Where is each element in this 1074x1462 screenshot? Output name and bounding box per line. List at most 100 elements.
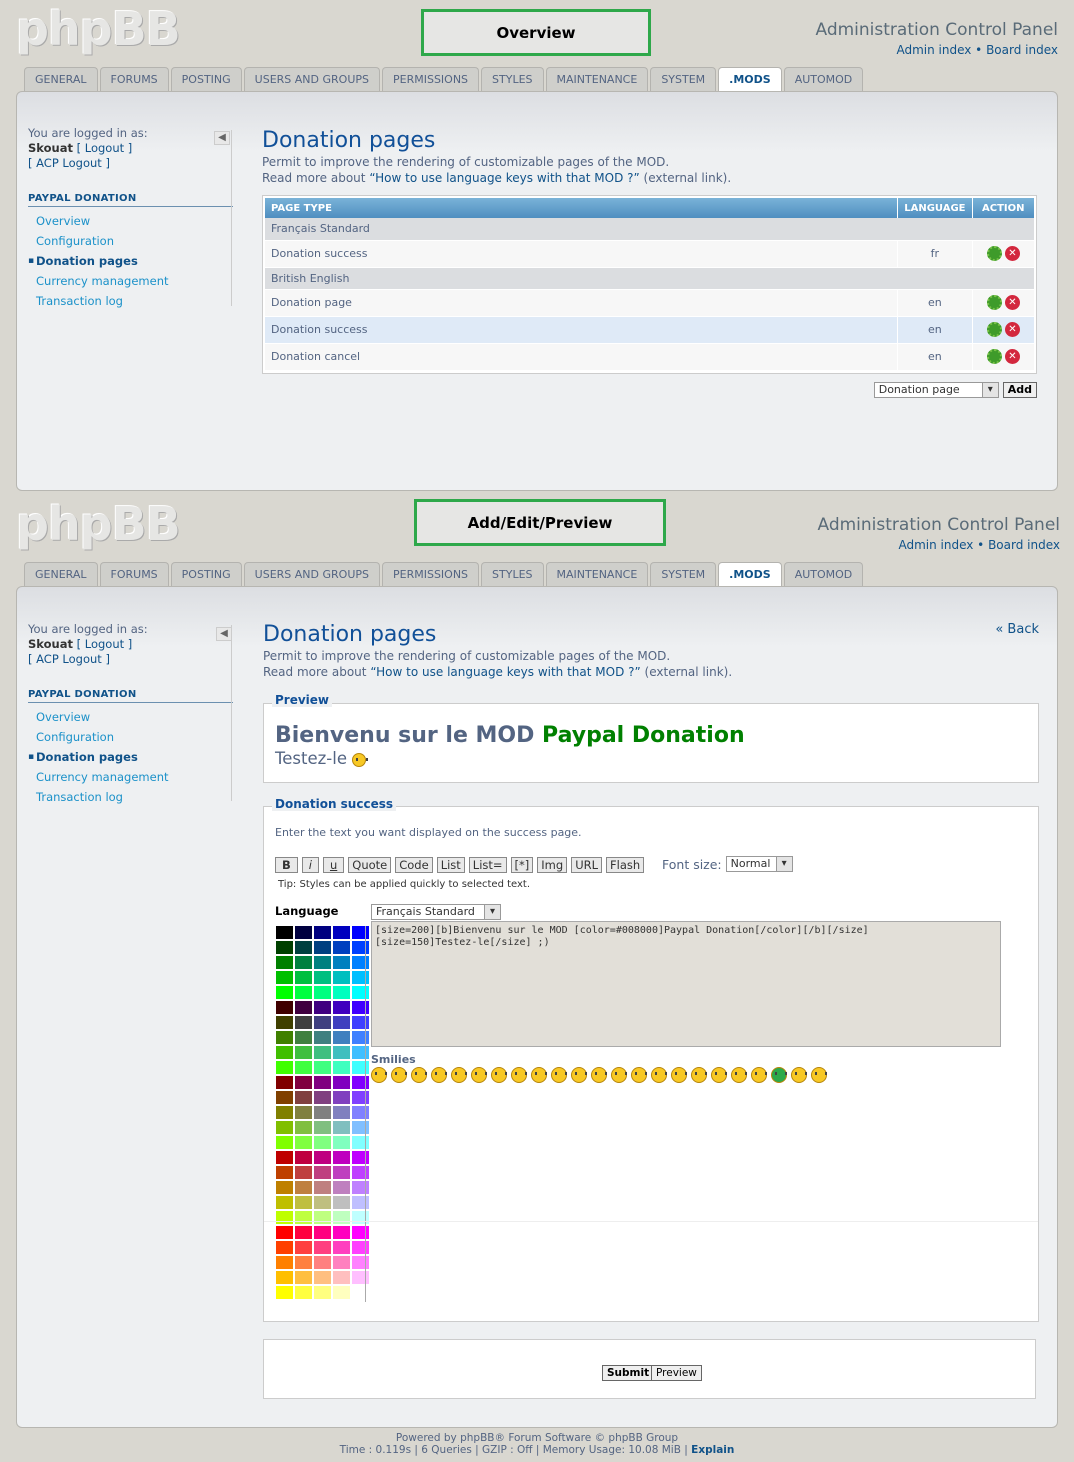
color-swatch[interactable]: [276, 1106, 293, 1119]
color-swatch[interactable]: [352, 1106, 369, 1119]
tab-users-and-groups[interactable]: USERS AND GROUPS: [243, 562, 380, 586]
tab-maintenance[interactable]: MAINTENANCE: [545, 562, 649, 586]
bbcode-quote-button[interactable]: Quote: [348, 857, 392, 873]
smiley-icon[interactable]: [591, 1067, 607, 1083]
smiley-icon[interactable]: [371, 1067, 387, 1083]
smiley-icon[interactable]: [431, 1067, 447, 1083]
color-swatch[interactable]: [333, 1271, 350, 1284]
color-swatch[interactable]: [295, 1076, 312, 1089]
menu-item-configuration[interactable]: Configuration: [28, 231, 233, 251]
board-index-link[interactable]: Board index: [988, 538, 1060, 552]
color-swatch[interactable]: [276, 926, 293, 939]
page-type-select[interactable]: Donation page: [873, 381, 999, 398]
edit-gear-icon[interactable]: [986, 246, 1002, 261]
menu-item-overview[interactable]: Overview: [28, 707, 233, 727]
menu-item-configuration[interactable]: Configuration: [28, 727, 233, 747]
color-swatch[interactable]: [295, 1196, 312, 1209]
explain-link[interactable]: Explain: [691, 1444, 734, 1456]
smiley-icon[interactable]: [511, 1067, 527, 1083]
color-swatch[interactable]: [295, 1271, 312, 1284]
tab-forums[interactable]: FORUMS: [99, 562, 169, 586]
smiley-icon[interactable]: [451, 1067, 467, 1083]
collapse-menu-icon[interactable]: ◀: [216, 627, 232, 641]
color-swatch[interactable]: [276, 986, 293, 999]
color-swatch[interactable]: [276, 1136, 293, 1149]
bbcode-i-button[interactable]: i: [301, 857, 319, 873]
color-swatch[interactable]: [333, 1286, 350, 1299]
color-swatch[interactable]: [276, 1076, 293, 1089]
delete-icon[interactable]: ✕: [1005, 322, 1020, 337]
color-swatch[interactable]: [352, 1211, 369, 1224]
color-swatch[interactable]: [276, 1001, 293, 1014]
color-swatch[interactable]: [352, 1271, 369, 1284]
color-swatch[interactable]: [333, 941, 350, 954]
color-swatch[interactable]: [314, 1196, 331, 1209]
color-swatch[interactable]: [333, 1091, 350, 1104]
color-swatch[interactable]: [295, 1256, 312, 1269]
bbcode-url-button[interactable]: URL: [571, 857, 603, 873]
smiley-icon[interactable]: [631, 1067, 647, 1083]
color-swatch[interactable]: [295, 1226, 312, 1239]
color-swatch[interactable]: [333, 1031, 350, 1044]
bbcode-b-button[interactable]: B: [275, 857, 298, 873]
color-swatch[interactable]: [314, 1271, 331, 1284]
submit-button[interactable]: Submit: [602, 1365, 655, 1381]
color-swatch[interactable]: [276, 1286, 293, 1299]
menu-item-donation-pages[interactable]: Donation pages: [28, 747, 233, 767]
color-swatch[interactable]: [314, 986, 331, 999]
color-swatch[interactable]: [352, 1151, 369, 1164]
color-swatch[interactable]: [314, 1091, 331, 1104]
color-swatch[interactable]: [314, 956, 331, 969]
color-swatch[interactable]: [295, 971, 312, 984]
color-swatch[interactable]: [276, 1241, 293, 1254]
color-swatch[interactable]: [352, 1136, 369, 1149]
color-swatch[interactable]: [295, 956, 312, 969]
color-swatch[interactable]: [276, 1031, 293, 1044]
color-swatch[interactable]: [352, 1181, 369, 1194]
tab-general[interactable]: GENERAL: [24, 562, 98, 586]
language-keys-link[interactable]: “How to use language keys with that MOD …: [369, 171, 639, 185]
color-swatch[interactable]: [352, 1046, 369, 1059]
back-link[interactable]: « Back: [995, 622, 1039, 637]
color-swatch[interactable]: [352, 1166, 369, 1179]
color-swatch[interactable]: [352, 1241, 369, 1254]
color-swatch[interactable]: [352, 1076, 369, 1089]
tab-system[interactable]: SYSTEM: [650, 67, 717, 91]
smiley-icon[interactable]: [711, 1067, 727, 1083]
color-swatch[interactable]: [314, 1226, 331, 1239]
bbcode-u-button[interactable]: u: [322, 857, 345, 873]
color-swatch[interactable]: [333, 1001, 350, 1014]
color-swatch[interactable]: [352, 1061, 369, 1074]
smiley-icon[interactable]: [651, 1067, 667, 1083]
color-swatch[interactable]: [295, 1001, 312, 1014]
acp-logout-link[interactable]: [ ACP Logout ]: [28, 652, 110, 666]
logout-link[interactable]: [ Logout ]: [77, 141, 133, 155]
smiley-icon[interactable]: [471, 1067, 487, 1083]
color-swatch[interactable]: [333, 1226, 350, 1239]
tab-forums[interactable]: FORUMS: [99, 67, 169, 91]
smiley-icon[interactable]: [531, 1067, 547, 1083]
color-swatch[interactable]: [314, 1166, 331, 1179]
bbcode-list-item-button[interactable]: [*]: [510, 857, 534, 873]
color-swatch[interactable]: [276, 956, 293, 969]
menu-item-donation-pages[interactable]: Donation pages: [28, 251, 233, 271]
color-swatch[interactable]: [295, 1166, 312, 1179]
acp-logout-link[interactable]: [ ACP Logout ]: [28, 156, 110, 170]
color-swatch[interactable]: [333, 1121, 350, 1134]
color-swatch[interactable]: [352, 1091, 369, 1104]
color-swatch[interactable]: [314, 1241, 331, 1254]
smiley-icon[interactable]: [611, 1067, 627, 1083]
color-swatch[interactable]: [352, 941, 369, 954]
bbcode-img-button[interactable]: Img: [537, 857, 568, 873]
menu-item-transaction-log[interactable]: Transaction log: [28, 787, 233, 807]
font-size-select[interactable]: Normal: [725, 856, 793, 872]
color-swatch[interactable]: [333, 926, 350, 939]
color-swatch[interactable]: [295, 986, 312, 999]
smiley-icon[interactable]: [751, 1067, 767, 1083]
tab-system[interactable]: SYSTEM: [650, 562, 717, 586]
color-swatch[interactable]: [333, 1241, 350, 1254]
color-swatch[interactable]: [352, 956, 369, 969]
smiley-icon[interactable]: [491, 1067, 507, 1083]
color-swatch[interactable]: [352, 971, 369, 984]
color-swatch[interactable]: [333, 1046, 350, 1059]
